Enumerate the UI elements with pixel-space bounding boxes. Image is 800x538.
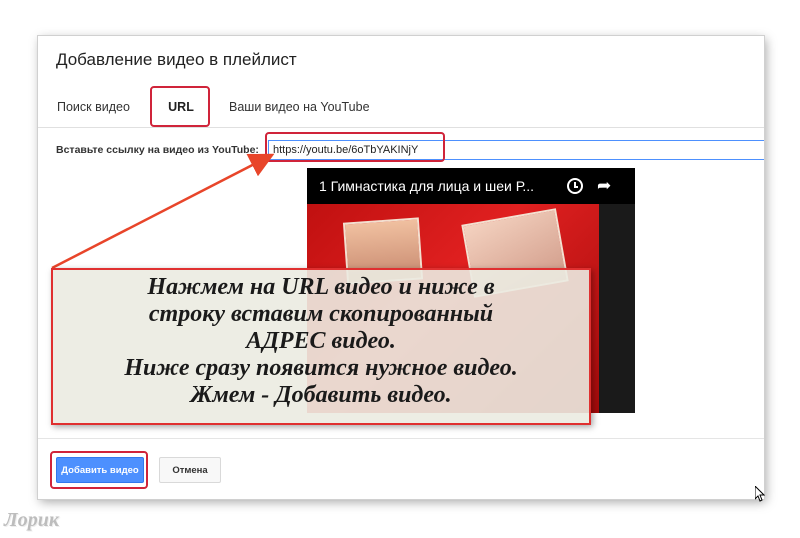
- tab-divider: [38, 127, 764, 128]
- tab-your-youtube-videos[interactable]: Ваши видео на YouTube: [229, 88, 370, 126]
- url-row: Вставьте ссылку на видео из YouTube:: [38, 136, 764, 166]
- clock-icon[interactable]: [567, 178, 583, 194]
- annotation-line: Нажмем на URL видео и ниже в: [147, 274, 495, 300]
- add-video-button[interactable]: Добавить видео: [56, 457, 144, 483]
- thumbnail-side-strip: [599, 204, 635, 413]
- video-title[interactable]: 1 Гимнастика для лица и шеи Р...: [319, 178, 534, 194]
- annotation-line: АДРЕС видео.: [246, 328, 396, 354]
- dialog-title: Добавление видео в плейлист: [56, 50, 297, 69]
- watermark: Лорик: [4, 509, 59, 531]
- instruction-annotation: Нажмем на URL видео и ниже в строку вста…: [51, 268, 591, 425]
- annotation-line: Жмем - Добавить видео.: [190, 382, 452, 408]
- url-field-label: Вставьте ссылку на видео из YouTube:: [56, 144, 259, 156]
- annotation-line: строку вставим скопированный: [148, 301, 494, 327]
- share-icon[interactable]: ➦: [597, 176, 611, 196]
- tab-search-video[interactable]: Поиск видео: [57, 88, 130, 126]
- tab-url[interactable]: URL: [154, 88, 208, 126]
- annotation-line: Ниже сразу появится нужное видео.: [124, 355, 518, 381]
- footer-divider: [38, 438, 764, 439]
- mouse-cursor-icon: [755, 486, 765, 502]
- scrollbar-edge: [764, 36, 765, 499]
- cancel-button[interactable]: Отмена: [159, 457, 221, 483]
- url-input[interactable]: [268, 140, 764, 160]
- tab-bar: Поиск видео URL Ваши видео на YouTube: [38, 88, 764, 128]
